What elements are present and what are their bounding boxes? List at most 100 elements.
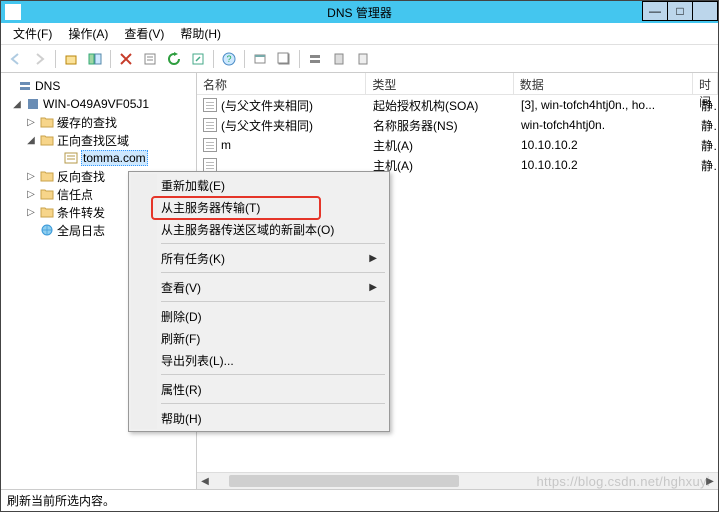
menu-new-copy-from-master[interactable]: 从主服务器传送区域的新副本(O) bbox=[131, 218, 387, 240]
export-button[interactable] bbox=[187, 48, 209, 70]
menu-action[interactable]: 操作(A) bbox=[60, 23, 116, 44]
folder-icon bbox=[39, 187, 55, 201]
cell-name: (与父文件夹相同) bbox=[197, 97, 367, 114]
cell-name bbox=[197, 158, 367, 172]
submenu-arrow-icon: ▶ bbox=[369, 253, 377, 264]
help-button[interactable]: ? bbox=[218, 48, 240, 70]
up-button[interactable] bbox=[60, 48, 82, 70]
menu-separator bbox=[161, 272, 385, 273]
menu-delete[interactable]: 删除(D) bbox=[131, 305, 387, 327]
cell-type: 主机(A) bbox=[367, 137, 515, 154]
expand-icon[interactable]: ▷ bbox=[25, 189, 37, 200]
toolbar-separator bbox=[299, 50, 300, 68]
menu-all-tasks[interactable]: 所有任务(K) ▶ bbox=[131, 247, 387, 269]
new-window-button[interactable] bbox=[273, 48, 295, 70]
menu-label: 导出列表(L)... bbox=[161, 352, 234, 369]
menu-label: 重新加载(E) bbox=[161, 177, 225, 194]
tree-root-dns[interactable]: DNS bbox=[1, 77, 196, 95]
menu-export[interactable]: 导出列表(L)... bbox=[131, 349, 387, 371]
tree-label: 全局日志 bbox=[57, 222, 105, 239]
folder-icon bbox=[39, 133, 55, 147]
menu-view[interactable]: 查看(V) bbox=[116, 23, 172, 44]
minimize-button[interactable]: — bbox=[642, 1, 668, 21]
show-hide-button[interactable] bbox=[84, 48, 106, 70]
list-row[interactable]: m 主机(A) 10.10.10.2 静态 bbox=[197, 135, 718, 155]
menu-label: 帮助(H) bbox=[161, 410, 202, 427]
filter-button[interactable] bbox=[249, 48, 271, 70]
record-icon bbox=[203, 158, 217, 172]
tree-forward-zone[interactable]: ◢ 正向查找区域 bbox=[1, 131, 196, 149]
menu-help[interactable]: 帮助(H) bbox=[172, 23, 229, 44]
scroll-thumb[interactable] bbox=[229, 475, 459, 487]
cell-type: 起始授权机构(SOA) bbox=[367, 97, 515, 114]
scroll-left-icon[interactable]: ◀ bbox=[197, 476, 213, 487]
cell-text: (与父文件夹相同) bbox=[221, 97, 313, 114]
scroll-right-icon[interactable]: ▶ bbox=[702, 476, 718, 487]
menu-transfer-from-master[interactable]: 从主服务器传输(T) bbox=[131, 196, 387, 218]
menu-label: 删除(D) bbox=[161, 308, 202, 325]
dns-icon bbox=[17, 79, 33, 93]
tree-label: 条件转发 bbox=[57, 204, 105, 221]
maximize-button[interactable]: □ bbox=[667, 1, 693, 21]
list-row[interactable]: (与父文件夹相同) 名称服务器(NS) win-tofch4htj0n. 静态 bbox=[197, 115, 718, 135]
cell-data: 10.10.10.2 bbox=[515, 138, 695, 152]
close-button[interactable] bbox=[692, 1, 718, 21]
status-text: 刷新当前所选内容。 bbox=[7, 494, 115, 508]
zone-button[interactable] bbox=[328, 48, 350, 70]
server-button[interactable] bbox=[304, 48, 326, 70]
cell-time: 静态 bbox=[695, 137, 718, 154]
window-controls: — □ bbox=[643, 1, 718, 21]
tree-server[interactable]: ◢ WIN-O49A9VF05J1 bbox=[1, 95, 196, 113]
menu-separator bbox=[161, 374, 385, 375]
menu-properties[interactable]: 属性(R) bbox=[131, 378, 387, 400]
record-button[interactable] bbox=[352, 48, 374, 70]
collapse-icon[interactable]: ◢ bbox=[11, 99, 23, 110]
column-header-type[interactable]: 类型 bbox=[366, 73, 513, 94]
cell-data: win-tofch4htj0n. bbox=[515, 118, 695, 132]
status-bar: 刷新当前所选内容。 bbox=[1, 489, 718, 509]
forward-button[interactable] bbox=[29, 48, 51, 70]
folder-icon bbox=[39, 205, 55, 219]
horizontal-scrollbar[interactable]: ◀ ▶ bbox=[197, 472, 718, 489]
tree-label: 缓存的查找 bbox=[57, 114, 117, 131]
refresh-button[interactable] bbox=[163, 48, 185, 70]
cell-time: 静态 bbox=[695, 117, 718, 134]
globe-icon bbox=[39, 223, 55, 237]
column-header-time[interactable]: 时间 bbox=[693, 73, 718, 94]
zone-icon bbox=[63, 151, 79, 165]
menu-label: 从主服务器传输(T) bbox=[161, 199, 260, 216]
column-header-name[interactable]: 名称 bbox=[197, 73, 366, 94]
app-icon bbox=[5, 4, 21, 20]
back-button[interactable] bbox=[5, 48, 27, 70]
toolbar: ? bbox=[1, 45, 718, 73]
menu-help[interactable]: 帮助(H) bbox=[131, 407, 387, 429]
menu-bar: 文件(F) 操作(A) 查看(V) 帮助(H) bbox=[1, 23, 718, 45]
menu-separator bbox=[161, 403, 385, 404]
record-icon bbox=[203, 138, 217, 152]
list-row[interactable]: (与父文件夹相同) 起始授权机构(SOA) [3], win-tofch4htj… bbox=[197, 95, 718, 115]
tree-cache[interactable]: ▷ 缓存的查找 bbox=[1, 113, 196, 131]
menu-refresh[interactable]: 刷新(F) bbox=[131, 327, 387, 349]
menu-view[interactable]: 查看(V)▶ bbox=[131, 276, 387, 298]
toolbar-separator bbox=[244, 50, 245, 68]
menu-file[interactable]: 文件(F) bbox=[5, 23, 60, 44]
menu-label: 查看(V) bbox=[161, 279, 201, 296]
svg-text:?: ? bbox=[226, 54, 231, 64]
toolbar-separator bbox=[55, 50, 56, 68]
tree-label: WIN-O49A9VF05J1 bbox=[43, 97, 149, 111]
delete-button[interactable] bbox=[115, 48, 137, 70]
list-header: 名称 类型 数据 时间 bbox=[197, 73, 718, 95]
collapse-icon[interactable]: ◢ bbox=[25, 135, 37, 146]
expand-icon[interactable]: ▷ bbox=[25, 117, 37, 128]
menu-separator bbox=[161, 243, 385, 244]
expand-icon[interactable]: ▷ bbox=[25, 207, 37, 218]
expand-icon[interactable]: ▷ bbox=[25, 171, 37, 182]
column-header-data[interactable]: 数据 bbox=[514, 73, 693, 94]
cell-type: 名称服务器(NS) bbox=[367, 117, 515, 134]
tree-zone-selected[interactable]: tomma.com bbox=[1, 149, 196, 167]
menu-reload[interactable]: 重新加载(E) bbox=[131, 174, 387, 196]
toolbar-separator bbox=[110, 50, 111, 68]
properties-button[interactable] bbox=[139, 48, 161, 70]
cell-time: 静态 bbox=[695, 97, 718, 114]
menu-label: 所有任务(K) bbox=[161, 250, 225, 267]
